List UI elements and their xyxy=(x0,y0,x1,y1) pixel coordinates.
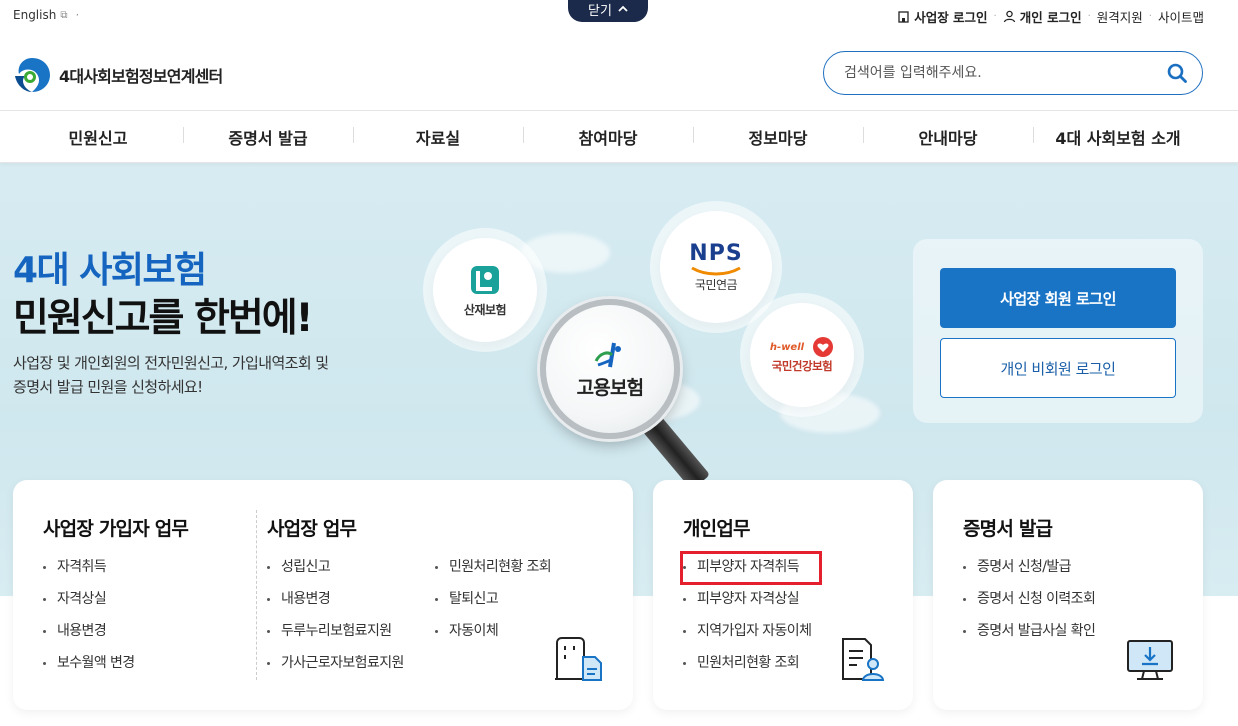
cloud-decoration xyxy=(520,233,610,273)
sanjae-label: 산재보험 xyxy=(463,302,507,317)
building-icon xyxy=(898,11,909,23)
business-login-label: 사업장 로그인 xyxy=(914,10,988,25)
external-link-icon: ⧉ xyxy=(60,9,68,21)
health-logo-row: h-well xyxy=(770,336,834,358)
business-list-col1: 성립신고 내용변경 두루누리보험료지원 가사근로자보험료지원 xyxy=(267,558,404,686)
separator-dot: · xyxy=(1148,11,1152,22)
nav-item-complaint[interactable]: 민원신고 xyxy=(13,125,183,149)
goyong-label: 고용보험 xyxy=(576,376,645,399)
health-label: 국민건강보험 xyxy=(771,359,833,373)
utility-bar: English ⧉ · 닫기 사업장 로그인 · 개인 로그인 · 원격지원 ·… xyxy=(0,0,1238,34)
list-item[interactable]: 탈퇴신고 xyxy=(435,590,551,622)
language-label: English xyxy=(13,8,57,22)
list-item[interactable]: 보수월액 변경 xyxy=(43,654,135,686)
nps-label: 국민연금 xyxy=(694,278,738,292)
nps-logo: NPS xyxy=(689,241,743,266)
health-insurance-badge: h-well 국민건강보험 xyxy=(750,303,854,407)
separator-dot: · xyxy=(1087,11,1091,22)
list-item[interactable]: 내용변경 xyxy=(43,622,135,654)
chevron-up-icon xyxy=(618,5,628,12)
hero-title-line1: 4대 사회보험 xyxy=(13,250,207,291)
sanjae-logo-icon xyxy=(471,265,499,294)
list-item[interactable]: 증명서 발급사실 확인 xyxy=(963,622,1096,654)
nav-item-library[interactable]: 자료실 xyxy=(353,125,523,149)
search-input[interactable] xyxy=(844,65,1166,81)
hero-title-line2: 민원신고를 한번에! xyxy=(13,296,313,341)
hero-description: 사업장 및 개인회원의 전자민원신고, 가입내역조회 및 증명서 발급 민원을 … xyxy=(13,351,393,399)
list-item[interactable]: 성립신고 xyxy=(267,558,404,590)
nav-item-about[interactable]: 4대 사회보험 소개 xyxy=(1033,125,1203,149)
nps-badge: NPS 국민연금 xyxy=(660,211,772,323)
list-item[interactable]: 두루누리보험료지원 xyxy=(267,622,404,654)
business-list-col2: 민원처리현황 조회 탈퇴신고 자동이체 xyxy=(435,558,552,654)
close-label: 닫기 xyxy=(588,3,612,19)
hero-description-line1: 사업장 및 개인회원의 전자민원신고, 가입내역조회 및 xyxy=(13,354,329,372)
sitemap-label: 사이트맵 xyxy=(1157,10,1204,25)
goyong-logo-icon xyxy=(594,342,621,367)
sanjae-insurance-badge: 산재보험 xyxy=(433,238,537,342)
remote-support-link[interactable]: 원격지원 xyxy=(1097,7,1143,26)
building-document-icon xyxy=(555,637,602,681)
separator-dot: · xyxy=(993,11,997,22)
separator-dot: · xyxy=(75,8,80,22)
personal-login-label: 개인 로그인 xyxy=(1019,10,1082,25)
personal-nonmember-login-button[interactable]: 개인 비회원 로그인 xyxy=(940,338,1176,398)
certificate-card: 증명서 발급 증명서 신청/발급 증명서 신청 이력조회 증명서 발급사실 확인 xyxy=(933,480,1203,710)
logo-mark-icon xyxy=(15,58,50,92)
certificate-list: 증명서 신청/발급 증명서 신청 이력조회 증명서 발급사실 확인 xyxy=(963,558,1096,654)
list-item[interactable]: 자격취득 xyxy=(43,558,135,590)
nav-item-guide[interactable]: 안내마당 xyxy=(863,125,1033,149)
highlight-box xyxy=(680,551,822,585)
nps-swoosh-icon xyxy=(691,266,741,276)
nav-item-information[interactable]: 정보마당 xyxy=(693,125,863,149)
list-item[interactable]: 내용변경 xyxy=(267,590,404,622)
list-item[interactable]: 자격상실 xyxy=(43,590,135,622)
business-services-card: 사업장 가입자 업무 자격취득 자격상실 내용변경 보수월액 변경 사업장 업무… xyxy=(13,480,633,710)
hwell-logo: h-well xyxy=(769,341,805,353)
utility-links: 사업장 로그인 · 개인 로그인 · 원격지원 · 사이트맵 xyxy=(897,7,1204,26)
nav-item-participation[interactable]: 참여마당 xyxy=(523,125,693,149)
personal-login-link[interactable]: 개인 로그인 xyxy=(1003,7,1082,26)
list-item[interactable]: 증명서 신청/발급 xyxy=(963,558,1095,590)
sitemap-link[interactable]: 사이트맵 xyxy=(1158,7,1204,26)
login-panel: 사업장 회원 로그인 개인 비회원 로그인 xyxy=(913,239,1203,423)
site-logo[interactable]: 4대사회보험정보연계센터 xyxy=(13,56,223,94)
card-divider xyxy=(256,510,257,680)
list-item[interactable]: 증명서 신청 이력조회 xyxy=(963,590,1096,622)
goyong-insurance-badge: 고용보험 xyxy=(540,299,680,439)
user-icon xyxy=(1003,10,1015,23)
personal-title: 개인업무 xyxy=(683,518,751,540)
search-box xyxy=(823,51,1203,95)
remote-support-label: 원격지원 xyxy=(1096,10,1143,25)
search-icon[interactable] xyxy=(1166,62,1188,84)
list-item[interactable]: 지역가입자 자동이체 xyxy=(683,622,812,654)
nav-item-certificate[interactable]: 증명서 발급 xyxy=(183,125,353,149)
hero-description-line2: 증명서 발급 민원을 신청하세요! xyxy=(13,378,203,396)
business-login-link[interactable]: 사업장 로그인 xyxy=(897,7,988,26)
list-item[interactable]: 민원처리현황 조회 xyxy=(683,654,811,686)
business-title: 사업장 업무 xyxy=(267,518,357,540)
main-navigation: 민원신고 증명서 발급 자료실 참여마당 정보마당 안내마당 4대 사회보험 소… xyxy=(0,110,1238,163)
list-item[interactable]: 자동이체 xyxy=(435,622,551,654)
business-member-title: 사업장 가입자 업무 xyxy=(43,518,189,540)
monitor-download-icon xyxy=(1127,640,1173,680)
business-member-login-button[interactable]: 사업장 회원 로그인 xyxy=(940,268,1176,328)
language-link[interactable]: English ⧉ · xyxy=(13,8,79,22)
logo-text: 4대사회보험정보연계센터 xyxy=(59,67,223,86)
personal-services-card: 개인업무 피부양자 자격취득 피부양자 자격상실 지역가입자 자동이체 민원처리… xyxy=(653,480,913,710)
business-member-list: 자격취득 자격상실 내용변경 보수월액 변경 xyxy=(43,558,135,686)
list-item[interactable]: 가사근로자보험료지원 xyxy=(267,654,404,686)
close-button[interactable]: 닫기 xyxy=(568,0,648,22)
list-item[interactable]: 민원처리현황 조회 xyxy=(435,558,552,590)
heart-icon xyxy=(813,337,834,357)
list-item[interactable]: 피부양자 자격상실 xyxy=(683,590,811,622)
certificate-title: 증명서 발급 xyxy=(963,518,1053,540)
document-user-icon xyxy=(842,638,885,681)
